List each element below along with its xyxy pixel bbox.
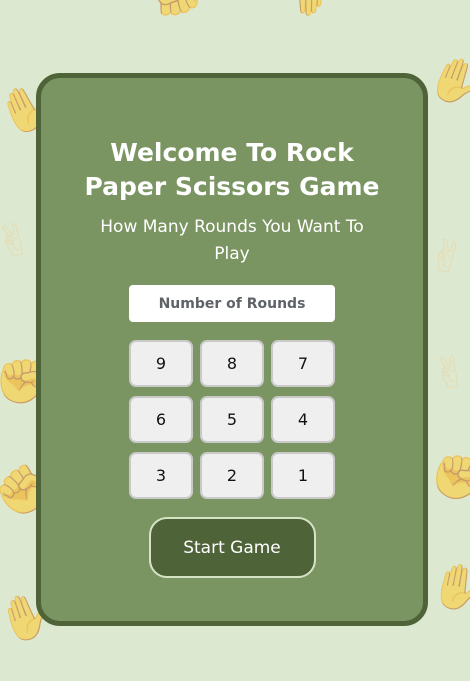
rounds-button-9[interactable]: 9 xyxy=(129,340,193,387)
hand-icon: ✋ xyxy=(426,557,470,618)
hand-icon: ✌ xyxy=(427,345,470,402)
rounds-button-3[interactable]: 3 xyxy=(129,452,193,499)
start-game-button[interactable]: Start Game xyxy=(148,517,316,578)
rounds-button-5[interactable]: 5 xyxy=(200,396,264,443)
rounds-button-grid: 9 8 7 6 5 4 3 2 1 xyxy=(129,340,335,499)
hand-icon: ✊ xyxy=(150,0,205,18)
page-title: Welcome To Rock Paper Scissors Game xyxy=(84,138,380,201)
game-setup-card: Welcome To Rock Paper Scissors Game How … xyxy=(36,73,428,626)
rounds-button-6[interactable]: 6 xyxy=(129,396,193,443)
rounds-button-1[interactable]: 1 xyxy=(271,452,335,499)
hand-icon: ✋ xyxy=(421,48,470,115)
rounds-button-2[interactable]: 2 xyxy=(200,452,264,499)
rounds-prompt: How Many Rounds You Want To Play xyxy=(100,217,364,264)
rounds-button-7[interactable]: 7 xyxy=(271,340,335,387)
rounds-button-8[interactable]: 8 xyxy=(200,340,264,387)
hand-icon: ✊ xyxy=(422,442,470,513)
hand-icon: ✋ xyxy=(280,0,335,18)
rounds-button-4[interactable]: 4 xyxy=(271,396,335,443)
rounds-input[interactable] xyxy=(129,285,335,322)
hand-icon: ✌ xyxy=(422,228,470,287)
hand-icon: ✌ xyxy=(0,212,39,271)
